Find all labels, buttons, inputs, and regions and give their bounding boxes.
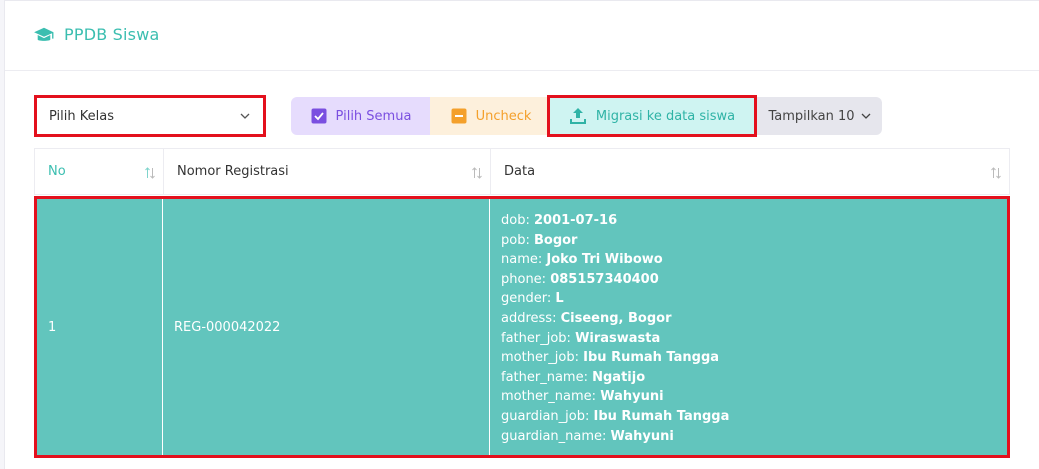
table-header: No Nomor Registrasi Data — [34, 148, 1010, 195]
page-title: PPDB Siswa — [64, 25, 160, 44]
chevron-down-icon — [240, 113, 250, 119]
class-select[interactable]: Pilih Kelas — [34, 95, 266, 137]
page-size-dropdown[interactable]: Tampilkan 10 — [757, 97, 882, 135]
column-header-data[interactable]: Data — [491, 149, 1009, 194]
select-all-label: Pilih Semua — [335, 108, 412, 124]
data-field: name: Joko Tri Wibowo — [501, 250, 1007, 270]
ppdb-card: PPDB Siswa Pilih Kelas Pilih Semua Unche… — [4, 0, 1039, 469]
uncheck-button[interactable]: Uncheck — [430, 97, 552, 135]
data-value: 2001-07-16 — [533, 213, 618, 228]
cell-data: dob: 2001-07-16 pob: Bogor name: Joko Tr… — [490, 199, 1007, 455]
data-field: address: Ciseeng, Bogor — [501, 309, 1007, 329]
chevron-down-icon — [861, 113, 870, 119]
column-header-no[interactable]: No — [35, 149, 164, 194]
data-key: father_job: — [501, 330, 576, 346]
sort-icon — [472, 167, 482, 179]
upload-icon — [569, 107, 587, 125]
page-size-label: Tampilkan 10 — [768, 108, 855, 124]
data-value: L — [555, 291, 564, 307]
data-field: dob: 2001-07-16 — [501, 211, 1007, 231]
uncheck-label: Uncheck — [475, 108, 532, 124]
column-header-reg[interactable]: Nomor Registrasi — [164, 149, 491, 194]
data-field: pob: Bogor — [501, 231, 1007, 251]
graduation-cap-icon — [34, 27, 54, 41]
data-key: mother_name: — [501, 389, 601, 405]
migrate-button[interactable]: Migrasi ke data siswa — [547, 95, 757, 137]
data-value: Ngatijo — [592, 369, 646, 385]
column-header-label: No — [48, 164, 66, 179]
column-header-label: Nomor Registrasi — [177, 164, 289, 179]
data-value: Joko Tri Wibowo — [546, 252, 663, 268]
data-value: Wahyuni — [610, 428, 674, 444]
data-key: phone: — [501, 271, 551, 287]
data-key: father_name: — [501, 369, 593, 385]
table-row[interactable]: 1 REG-000042022 dob: 2001-07-16 pob: Bog… — [34, 196, 1010, 458]
checkbox-checked-icon — [311, 108, 327, 124]
select-all-button[interactable]: Pilih Semua — [291, 97, 431, 135]
data-value: Ibu Rumah Tangga — [593, 408, 730, 424]
data-value: Bogor — [533, 232, 578, 248]
data-key: pob: — [501, 232, 534, 248]
data-key: dob: — [501, 213, 534, 228]
data-field: father_name: Ngatijo — [501, 368, 1007, 388]
data-key: name: — [501, 252, 547, 268]
card-header: PPDB Siswa — [5, 1, 1039, 71]
data-value: Ciseeng, Bogor — [560, 310, 672, 326]
data-field: guardian_name: Wahyuni — [501, 427, 1007, 447]
data-field: father_job: Wiraswasta — [501, 329, 1007, 349]
data-value: Ibu Rumah Tangga — [583, 350, 720, 366]
cell-reg: REG-000042022 — [163, 199, 490, 455]
data-value: Wahyuni — [600, 389, 664, 405]
cell-no: 1 — [37, 199, 163, 455]
data-value: 085157340400 — [550, 271, 659, 287]
migrate-label: Migrasi ke data siswa — [595, 108, 736, 124]
data-field: gender: L — [501, 289, 1007, 309]
data-field: phone: 085157340400 — [501, 270, 1007, 290]
data-key: mother_job: — [501, 350, 584, 366]
sort-icon — [991, 167, 1001, 179]
data-key: guardian_job: — [501, 408, 594, 424]
data-key: guardian_name: — [501, 428, 611, 444]
data-field: guardian_job: Ibu Rumah Tangga — [501, 407, 1007, 427]
checkbox-minus-icon — [451, 108, 467, 124]
data-key: gender: — [501, 291, 556, 307]
class-select-value: Pilih Kelas — [49, 108, 114, 124]
data-value: Wiraswasta — [575, 330, 661, 346]
data-field: mother_name: Wahyuni — [501, 387, 1007, 407]
column-header-label: Data — [504, 164, 536, 179]
sort-icon — [145, 167, 155, 179]
data-key: address: — [501, 310, 561, 326]
data-field: mother_job: Ibu Rumah Tangga — [501, 348, 1007, 368]
